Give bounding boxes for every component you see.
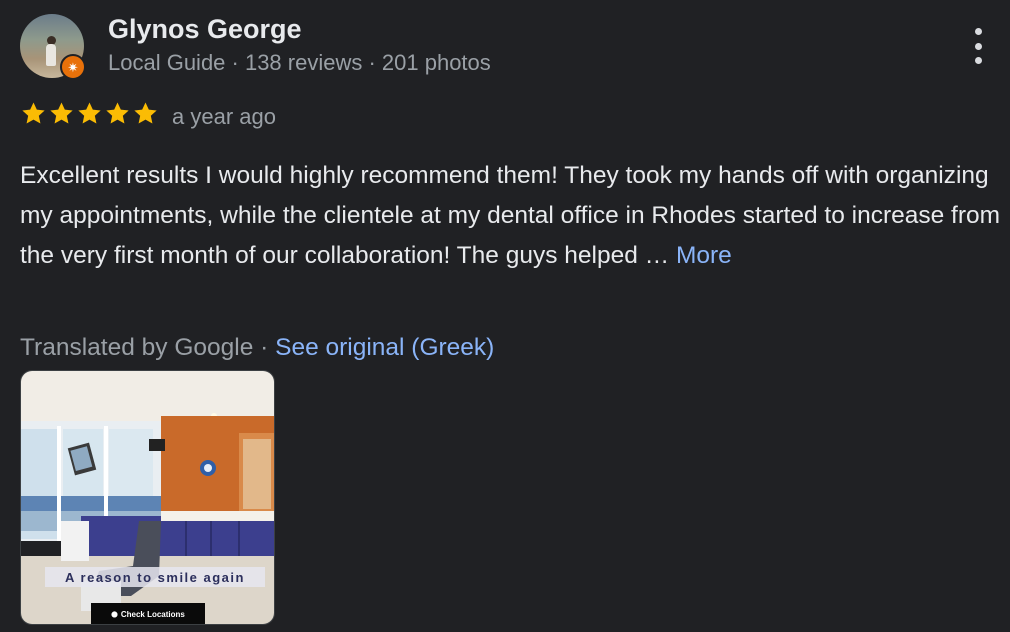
see-original-link[interactable]: See original (Greek) [275,334,494,361]
review-text: Excellent results I would highly recomme… [20,162,1001,269]
location-pin-icon: ⬤ [111,611,118,618]
local-guide-star-icon: ✷ [60,54,86,80]
reviewer-meta: Local Guide · 138 reviews · 201 photos [108,50,491,75]
review-text-block: Excellent results I would highly recomme… [20,156,1010,276]
review-time: a year ago [172,104,276,129]
star-icon [106,102,129,124]
star-icon [50,102,73,124]
translated-label: Translated by Google · [20,334,276,361]
star-icon [22,102,45,124]
reviewer-name[interactable]: Glynos George [108,14,302,45]
star-icon [134,102,157,124]
translation-note: Translated by Google · See original (Gre… [20,334,494,362]
check-locations-button[interactable]: ⬤ Check Locations [91,603,205,624]
star-rating [20,100,159,127]
reviewer-avatar[interactable]: ✷ [20,14,86,80]
star-icon [78,102,101,124]
photo-caption: A reason to smile again [45,567,265,587]
review-photo[interactable]: A reason to smile again ⬤ Check Location… [20,370,275,625]
more-link[interactable]: More [676,242,732,269]
more-options-icon[interactable] [966,28,990,64]
check-locations-label: Check Locations [120,609,185,619]
